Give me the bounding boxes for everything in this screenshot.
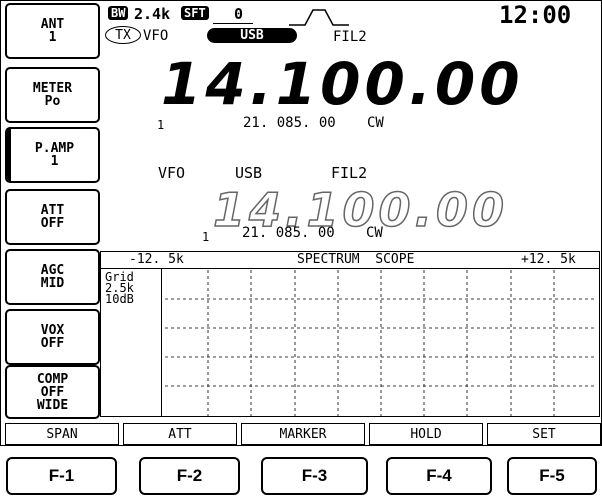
f1-button[interactable]: F-1 <box>6 457 117 495</box>
att-label[interactable]: ATT <box>123 423 237 445</box>
f5-button[interactable]: F-5 <box>507 457 597 495</box>
ant-key[interactable]: ANT 1 <box>5 3 100 59</box>
tx-badge: TX <box>105 26 141 44</box>
vox-key[interactable]: VOX OFF <box>5 309 100 365</box>
meter-key[interactable]: METER Po <box>5 67 100 123</box>
bw-value: 2.4k <box>134 5 171 23</box>
sub-filter: FIL2 <box>331 164 368 182</box>
comp-key-title: COMP <box>36 371 69 387</box>
comp-key-value: OFF <box>40 384 65 400</box>
f3-button[interactable]: F-3 <box>261 457 368 495</box>
sft-badge: SFT <box>181 6 209 20</box>
main-sub-frequency: 21. 085. 00 <box>243 115 336 131</box>
scope-title: SPECTRUM SCOPE <box>297 252 415 267</box>
scope-right-freq: +12. 5k <box>521 252 576 267</box>
span-label[interactable]: SPAN <box>5 423 119 445</box>
comp-key-width: WIDE <box>36 397 69 413</box>
agc-key[interactable]: AGC MID <box>5 249 100 305</box>
scope-grid <box>165 270 597 416</box>
att-key[interactable]: ATT OFF <box>5 189 100 245</box>
main-filter: FIL2 <box>333 29 367 45</box>
sub-memory-channel: 1 <box>202 230 210 244</box>
marker-label[interactable]: MARKER <box>241 423 365 445</box>
main-memory-channel: 1 <box>157 118 165 132</box>
main-vfo-label: VFO <box>143 28 169 44</box>
bw-badge: BW <box>108 6 129 20</box>
scope-grid-info: Grid 2.5k 10dB <box>105 271 134 306</box>
scope-divider <box>161 268 162 416</box>
sub-sub-mode: CW <box>366 225 383 241</box>
sub-mode: USB <box>235 164 263 182</box>
vox-key-value: OFF <box>40 336 65 351</box>
agc-key-value: MID <box>40 276 65 291</box>
filter-shape-icon <box>289 9 349 26</box>
function-label-row: SPAN ATT MARKER HOLD SET <box>1 423 602 445</box>
main-sub-mode: CW <box>367 115 384 131</box>
main-frequency: 14.100.00 <box>161 50 524 118</box>
f2-button[interactable]: F-2 <box>139 457 240 495</box>
sft-underline <box>213 23 253 24</box>
main-mode-badge: USB <box>207 28 297 43</box>
meter-key-value: Po <box>44 94 61 109</box>
comp-key[interactable]: COMP OFF WIDE <box>5 365 100 419</box>
f4-button[interactable]: F-4 <box>386 457 492 495</box>
preamp-key-value: 1 <box>50 154 59 169</box>
clock: 12:00 <box>499 1 572 29</box>
grid-level-label: 10dB <box>105 292 134 306</box>
sub-sub-frequency: 21. 085. 00 <box>242 225 335 241</box>
att-key-value: OFF <box>40 216 65 231</box>
sft-value: 0 <box>234 5 244 23</box>
set-label[interactable]: SET <box>487 423 601 445</box>
lcd-display: ANT 1 METER Po P.AMP 1 ATT OFF AGC MID V… <box>0 0 602 446</box>
ant-key-value: 1 <box>48 30 57 45</box>
scope-header: -12. 5k SPECTRUM SCOPE +12. 5k <box>101 252 599 269</box>
spectrum-scope: -12. 5k SPECTRUM SCOPE +12. 5k Grid 2.5k… <box>100 251 600 417</box>
hold-label[interactable]: HOLD <box>369 423 483 445</box>
sub-vfo-label: VFO <box>158 164 186 182</box>
scope-left-freq: -12. 5k <box>129 252 184 267</box>
preamp-key[interactable]: P.AMP 1 <box>5 127 100 183</box>
